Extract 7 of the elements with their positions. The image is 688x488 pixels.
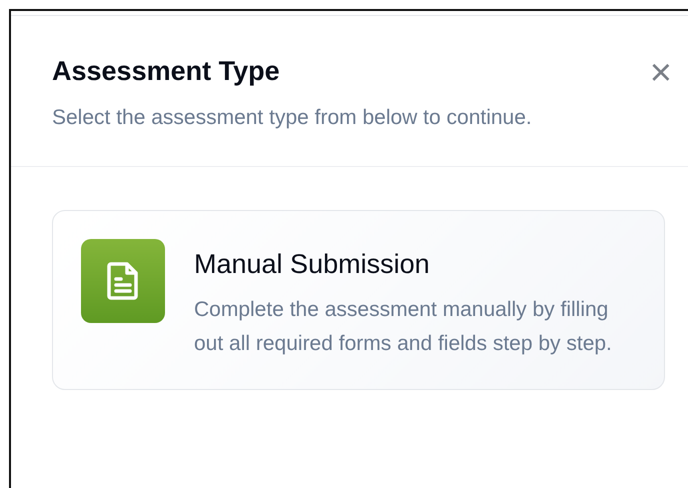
option-description: Complete the assessment manually by filling out all required forms and fields step by step. bbox=[194, 297, 613, 357]
document-icon bbox=[107, 262, 139, 300]
dialog-title: Assessment Type bbox=[52, 55, 281, 88]
option-card[interactable]: Manual Submission Complete the assessment manually by filling out all required forms and fields step by step. bbox=[52, 210, 665, 390]
option-title: Manual Submission bbox=[194, 248, 431, 281]
dialog-subtitle: Select the assessment type from below to continue. bbox=[52, 105, 533, 131]
close-button[interactable]: × bbox=[650, 58, 672, 88]
